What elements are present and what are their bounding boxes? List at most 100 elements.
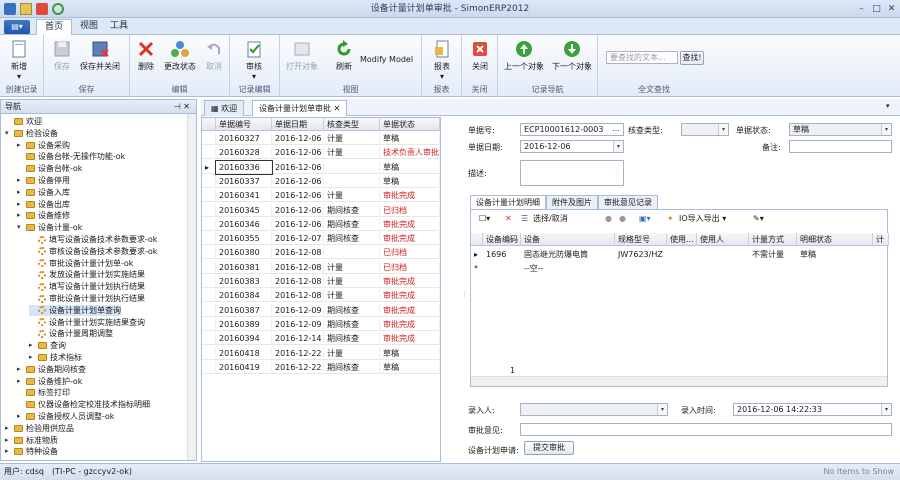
table-row[interactable]: 20160355 2016-12-07 期间核查 审批完成 bbox=[202, 232, 440, 246]
list-icon[interactable]: ☰ bbox=[521, 212, 528, 226]
row-indicator[interactable] bbox=[202, 303, 216, 317]
table-row[interactable]: 20160394 2016-12-14 期间核查 审批完成 bbox=[202, 332, 440, 346]
close-window-button[interactable]: ✕ bbox=[885, 3, 898, 15]
table-row[interactable]: 20160328 2016-12-06 计量 技术负责人审批 bbox=[202, 146, 440, 160]
nav-item[interactable]: 设备计量计划单查询 bbox=[29, 304, 121, 316]
detail-column-header[interactable]: 计 bbox=[873, 233, 889, 246]
table-row[interactable]: 20160387 2016-12-09 期间核查 审批完成 bbox=[202, 303, 440, 317]
nav-item[interactable]: ▸ 查询 bbox=[29, 340, 66, 351]
close-tab-icon[interactable]: ✕ bbox=[334, 104, 341, 113]
edit-icon[interactable]: ✎▾ bbox=[753, 212, 764, 226]
nav-item[interactable]: 标签打印 bbox=[17, 387, 70, 398]
grid-column-header[interactable]: 单据状态 bbox=[380, 118, 440, 131]
tab-home[interactable]: 首页 bbox=[36, 19, 73, 35]
nav-item[interactable]: 仪器设备检定校准技术指标明细 bbox=[17, 399, 150, 410]
next-object-button[interactable]: 下一个对象 bbox=[552, 39, 592, 72]
table-row[interactable]: 20160341 2016-12-06 计量 审批完成 bbox=[202, 189, 440, 203]
expand-icon[interactable]: ▸ bbox=[5, 435, 12, 446]
expand-icon[interactable]: ▸ bbox=[17, 411, 24, 422]
expand-icon[interactable]: ▸ bbox=[17, 210, 24, 221]
row-indicator[interactable] bbox=[202, 346, 216, 360]
entry-time-field[interactable]: 2016-12-06 14:22:33 ▾ bbox=[733, 403, 892, 416]
import-icon[interactable]: ✦ bbox=[667, 212, 674, 226]
save-button[interactable]: 保存 bbox=[52, 39, 72, 72]
grid-column-header[interactable]: 核查类型 bbox=[324, 118, 380, 131]
io-import-export-button[interactable]: IO导入导出 ▾ bbox=[679, 212, 726, 226]
row-indicator[interactable] bbox=[202, 189, 216, 203]
new-row-icon[interactable]: ☐▾ bbox=[479, 212, 490, 226]
description-field[interactable] bbox=[520, 160, 624, 186]
nav-item[interactable]: ▾ 检验设备 bbox=[5, 128, 58, 139]
nav-item[interactable]: ▸ 设备维护-ok bbox=[17, 376, 82, 387]
row-indicator[interactable] bbox=[202, 217, 216, 231]
expand-icon[interactable]: ▸ bbox=[17, 364, 24, 375]
row-indicator[interactable] bbox=[202, 317, 216, 331]
minimize-button[interactable]: – bbox=[855, 3, 868, 15]
row-indicator[interactable] bbox=[202, 360, 216, 374]
refresh-button[interactable]: 刷新 bbox=[334, 39, 354, 72]
table-row[interactable]: 20160383 2016-12-08 计量 审批完成 bbox=[202, 275, 440, 288]
expand-icon[interactable]: ▸ bbox=[5, 423, 12, 434]
check-type-select[interactable]: ▾ bbox=[681, 123, 729, 136]
subtab-plan-details[interactable]: 设备计量计划明细 bbox=[470, 195, 546, 209]
detail-column-header[interactable]: 明细状态 bbox=[797, 233, 873, 246]
date-field[interactable]: 2016-12-06 ▾ bbox=[520, 140, 624, 153]
grid-column-header[interactable]: 单据日期 bbox=[272, 118, 324, 131]
nav-item[interactable]: ▸ 标准物质 bbox=[5, 435, 58, 446]
nav-item[interactable]: ▸ 设备期间核查 bbox=[17, 364, 86, 375]
detail-column-header[interactable]: 使用... bbox=[667, 233, 697, 246]
modify-model-button[interactable]: Modify Model bbox=[360, 55, 413, 64]
nav-item[interactable]: ▸ 设备入库 bbox=[17, 187, 70, 198]
doc-no-field[interactable]: ECP10001612-0003 bbox=[520, 123, 624, 136]
delete-button[interactable]: 删除 bbox=[136, 39, 156, 72]
nav-item[interactable]: 发放设备计量计划实施结果 bbox=[29, 269, 145, 280]
row-indicator[interactable] bbox=[202, 146, 216, 160]
nav-item[interactable]: ▸ 特种设备 bbox=[5, 446, 58, 457]
expand-icon[interactable]: ▸ bbox=[17, 187, 24, 198]
prev-object-button[interactable]: 上一个对象 bbox=[504, 39, 544, 72]
nav-item[interactable]: ▸ 技术指标 bbox=[29, 352, 82, 363]
nav-item[interactable]: ▸ 设备采购 bbox=[17, 140, 70, 151]
new-row-marker[interactable]: * bbox=[471, 262, 483, 275]
monitor-icon[interactable]: ▣▾ bbox=[639, 212, 651, 226]
nav-item[interactable]: ▸ 设备授权人员调整-ok bbox=[17, 411, 114, 422]
nav-item[interactable]: ▾ 设备计量-ok bbox=[17, 222, 82, 233]
row-indicator[interactable] bbox=[202, 275, 216, 288]
cancel-button[interactable]: 取消 bbox=[204, 39, 224, 72]
table-row[interactable]: ▸ 20160336 2016-12-06 草稿 bbox=[202, 159, 440, 175]
splitter-handle[interactable]: ⋮ bbox=[461, 290, 468, 298]
app-menu-button[interactable]: ▤▾ bbox=[4, 20, 30, 34]
pin-icon[interactable]: ⊣ ✕ bbox=[174, 100, 190, 114]
close-button[interactable]: 关闭 bbox=[470, 39, 490, 72]
row-indicator[interactable] bbox=[202, 289, 216, 303]
entry-user-field[interactable]: ▾ bbox=[520, 403, 668, 416]
nav-item[interactable]: 填写设备计量计划执行结果 bbox=[29, 281, 145, 292]
expand-icon[interactable]: ▸ bbox=[17, 175, 24, 186]
horizontal-scrollbar[interactable] bbox=[471, 376, 887, 386]
find-button[interactable]: 查找! bbox=[680, 51, 704, 65]
maximize-button[interactable]: □ bbox=[870, 3, 883, 15]
expand-icon[interactable]: ▸ bbox=[29, 352, 36, 363]
nav-item[interactable]: 审批设备计量计划单-ok bbox=[29, 258, 133, 269]
fulltext-search-input[interactable]: 要查找的文本... bbox=[606, 51, 678, 64]
row-indicator[interactable] bbox=[202, 232, 216, 246]
open-object-button[interactable]: 打开对象 bbox=[286, 39, 318, 72]
table-row[interactable]: 20160346 2016-12-06 期间核查 审批完成 bbox=[202, 217, 440, 231]
expand-icon[interactable]: ▸ bbox=[29, 340, 36, 351]
approval-field[interactable] bbox=[520, 423, 892, 436]
tab-list-icon[interactable]: ▾ bbox=[886, 102, 890, 110]
table-row[interactable]: 20160389 2016-12-09 期间核查 审批完成 bbox=[202, 317, 440, 331]
table-row[interactable]: 20160380 2016-12-08 已归档 bbox=[202, 246, 440, 260]
detail-column-header[interactable]: 设备 bbox=[521, 233, 615, 246]
row-indicator[interactable] bbox=[202, 260, 216, 274]
collapse-icon[interactable]: ▾ bbox=[5, 128, 12, 139]
table-row[interactable]: 20160337 2016-12-06 草稿 bbox=[202, 174, 440, 188]
nav-item[interactable]: ▸ 设备停用 bbox=[17, 175, 70, 186]
nav-item[interactable]: 欢迎 bbox=[5, 116, 42, 127]
row-indicator[interactable] bbox=[202, 132, 216, 145]
doc-tab-plan-approval[interactable]: 设备计量计划单审批 ✕ bbox=[252, 100, 348, 116]
row-indicator[interactable] bbox=[202, 203, 216, 217]
table-row[interactable]: 20160384 2016-12-08 计量 审批完成 bbox=[202, 289, 440, 303]
save-close-button[interactable]: 保存并关闭 bbox=[80, 39, 120, 72]
change-status-button[interactable]: 更改状态 bbox=[164, 39, 196, 72]
